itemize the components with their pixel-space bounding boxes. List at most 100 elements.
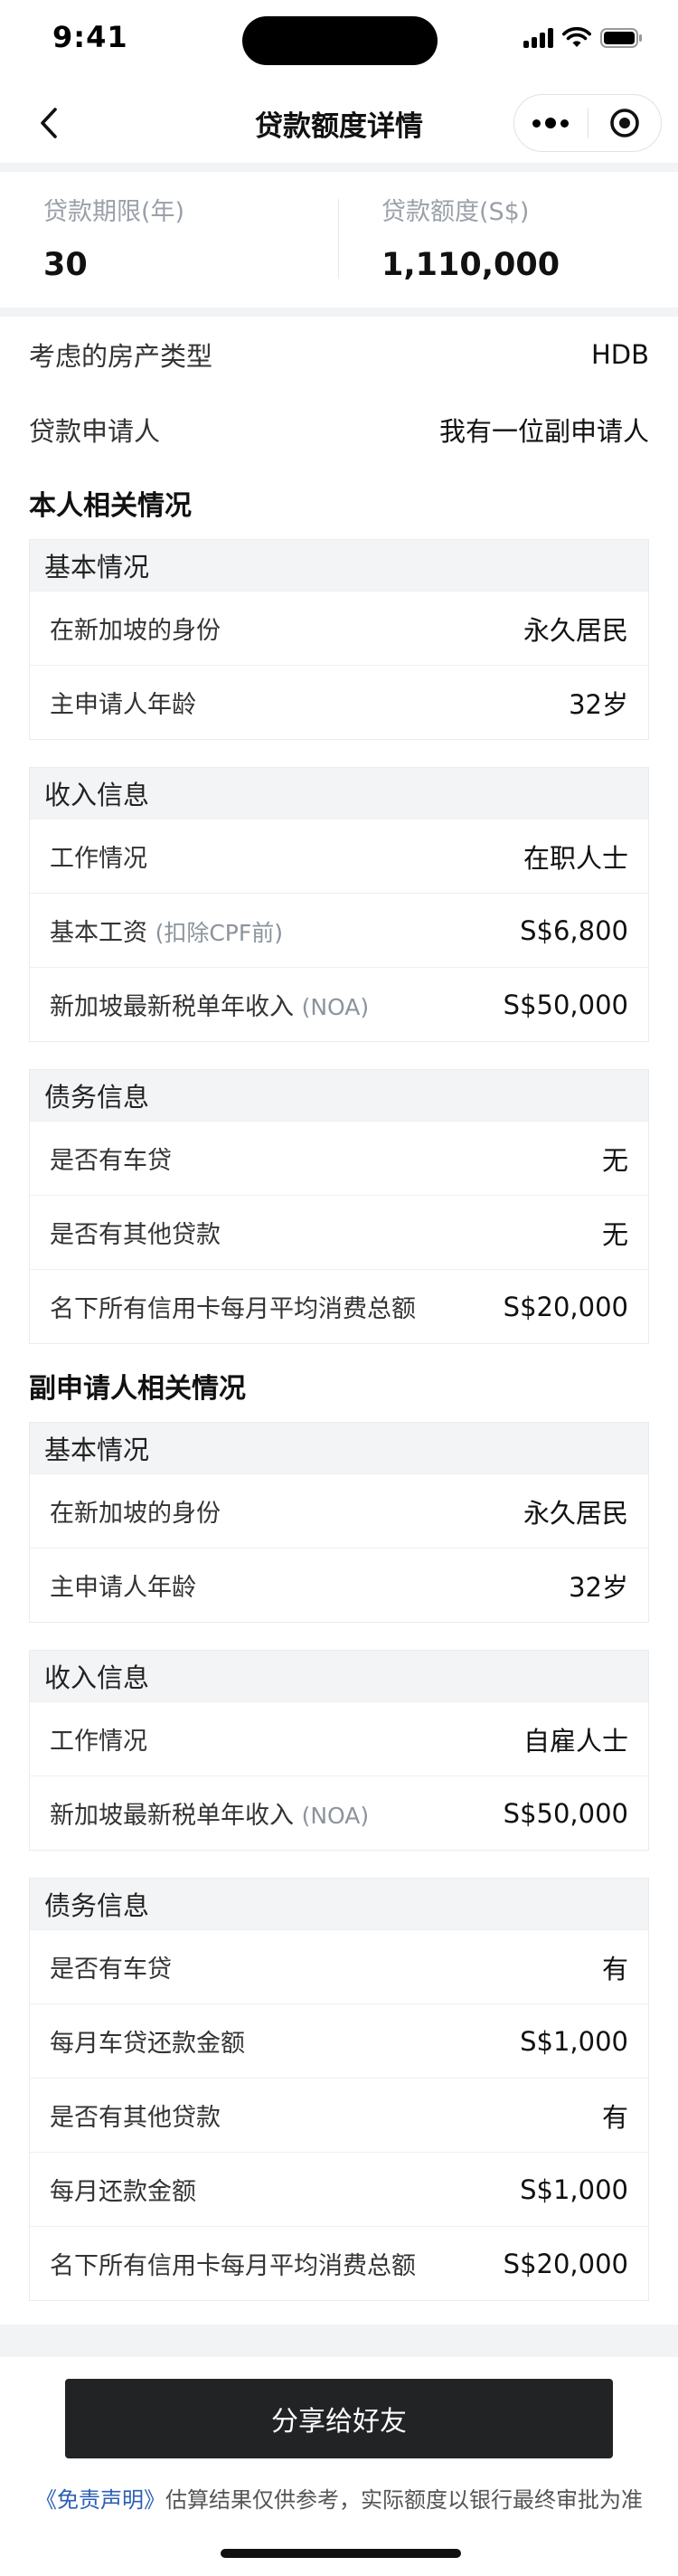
table-row: 是否有车贷 有 (30, 1929, 648, 2003)
applicant-label: 贷款申请人 (29, 415, 161, 447)
loan-term-summary: 贷款期限(年) 30 (43, 192, 184, 283)
table-row: 名下所有信用卡每月平均消费总额 S$20,000 (30, 1269, 648, 1343)
table-row: 是否有其他贷款 有 (30, 2078, 648, 2152)
status-bar: 9:41 (0, 0, 678, 83)
self-income-card: 收入信息 工作情况 在职人士 基本工资 (扣除CPF前) S$6,800 新加坡… (29, 767, 649, 1042)
target-close-icon[interactable] (589, 94, 662, 152)
loan-term-value: 30 (43, 247, 88, 283)
table-row: 在新加坡的身份 永久居民 (30, 591, 648, 665)
age-label: 主申请人年龄 (50, 1574, 196, 1602)
car-loan-label: 是否有车贷 (50, 1147, 172, 1175)
footer-band (0, 2325, 678, 2357)
credit-card-label: 名下所有信用卡每月平均消费总额 (50, 1295, 416, 1323)
noa-label-note: (NOA) (301, 994, 370, 1020)
co-debt-card: 债务信息 是否有车贷 有 每月车贷还款金额 S$1,000 是否有其他贷款 有 … (29, 1878, 649, 2301)
signal-icon (523, 28, 553, 48)
table-row: 主申请人年龄 32岁 (30, 665, 648, 739)
summary-divider (338, 199, 339, 279)
table-row: 主申请人年龄 32岁 (30, 1548, 648, 1622)
employment-label: 工作情况 (50, 845, 147, 873)
applicant-value: 我有一位副申请人 (438, 415, 649, 447)
self-basic-card: 基本情况 在新加坡的身份 永久居民 主申请人年龄 32岁 (29, 539, 649, 740)
noa-label-text: 新加坡最新税单年收入 (50, 1802, 294, 1830)
divider-band (0, 308, 678, 317)
car-payment-value: S$1,000 (520, 2025, 628, 2057)
table-row: 是否有其他贷款 无 (30, 1195, 648, 1269)
noa-label-note: (NOA) (301, 1803, 370, 1829)
credit-card-value: S$20,000 (503, 2248, 628, 2279)
battery-icon (600, 27, 644, 49)
co-basic-title: 基本情况 (30, 1423, 648, 1473)
salary-label-text: 基本工资 (50, 919, 147, 947)
self-section-title: 本人相关情况 (29, 490, 192, 522)
property-type-value: HDB (590, 338, 649, 370)
co-basic-card: 基本情况 在新加坡的身份 永久居民 主申请人年龄 32岁 (29, 1422, 649, 1623)
car-payment-label: 每月车贷还款金额 (50, 2030, 245, 2058)
noa-label: 新加坡最新税单年收入 (NOA) (50, 1795, 369, 1831)
salary-label: 基本工资 (扣除CPF前) (50, 913, 283, 948)
nav-bar: 贷款额度详情 (0, 83, 678, 163)
status-time: 9:41 (52, 20, 128, 54)
table-row: 名下所有信用卡每月平均消费总额 S$20,000 (30, 2226, 648, 2300)
loan-term-label: 贷款期限(年) (43, 198, 185, 226)
mini-program-capsule (513, 94, 662, 152)
table-row: 新加坡最新税单年收入 (NOA) S$50,000 (30, 967, 648, 1041)
loan-amount-label: 贷款额度(S$) (381, 198, 530, 226)
credit-card-label: 名下所有信用卡每月平均消费总额 (50, 2252, 416, 2280)
self-debt-title: 债务信息 (30, 1070, 648, 1121)
other-loan-label: 是否有其他贷款 (50, 1221, 221, 1249)
identity-value: 永久居民 (523, 614, 628, 646)
other-loan-label: 是否有其他贷款 (50, 2104, 221, 2132)
co-debt-title: 债务信息 (30, 1879, 648, 1929)
home-indicator (221, 2549, 461, 2558)
other-loan-value: 有 (601, 2101, 628, 2133)
car-loan-label: 是否有车贷 (50, 1956, 172, 1984)
car-loan-value: 无 (601, 1144, 628, 1176)
more-dots-icon[interactable] (514, 94, 588, 152)
co-income-card: 收入信息 工作情况 自雇人士 新加坡最新税单年收入 (NOA) S$50,000 (29, 1650, 649, 1851)
employment-label: 工作情况 (50, 1728, 147, 1756)
property-type-row: 考虑的房产类型 HDB (0, 317, 678, 392)
wifi-icon (562, 27, 591, 49)
loan-summary: 贷款期限(年) 30 贷款额度(S$) 1,110,000 (0, 172, 678, 308)
disclaimer-text: 估算结果仅供参考，实际额度以银行最终审批为准 (165, 2487, 643, 2513)
detail-content: 考虑的房产类型 HDB 贷款申请人 我有一位副申请人 本人相关情况 基本情况 在… (0, 317, 678, 2301)
age-label: 主申请人年龄 (50, 691, 196, 719)
employment-value: 在职人士 (523, 842, 628, 874)
loan-amount-summary: 贷款额度(S$) 1,110,000 (381, 192, 560, 283)
other-loan-value: 无 (601, 1218, 628, 1250)
identity-label: 在新加坡的身份 (50, 1500, 221, 1528)
divider-band (0, 163, 678, 172)
co-section-title: 副申请人相关情况 (29, 1373, 246, 1405)
noa-label-text: 新加坡最新税单年收入 (50, 993, 294, 1021)
salary-value: S$6,800 (520, 914, 628, 946)
table-row: 工作情况 在职人士 (30, 819, 648, 893)
table-row: 每月还款金额 S$1,000 (30, 2152, 648, 2226)
table-row: 基本工资 (扣除CPF前) S$6,800 (30, 893, 648, 967)
monthly-payment-value: S$1,000 (520, 2174, 628, 2205)
table-row: 新加坡最新税单年收入 (NOA) S$50,000 (30, 1776, 648, 1850)
co-income-title: 收入信息 (30, 1651, 648, 1701)
age-value: 32岁 (569, 1571, 628, 1603)
noa-value: S$50,000 (503, 989, 628, 1020)
table-row: 工作情况 自雇人士 (30, 1701, 648, 1776)
dynamic-island (242, 16, 438, 65)
status-icons (523, 27, 644, 49)
noa-label: 新加坡最新税单年收入 (NOA) (50, 987, 369, 1022)
share-button[interactable]: 分享给好友 (65, 2379, 613, 2458)
disclaimer: 《免责声明》估算结果仅供参考，实际额度以银行最终审批为准 (0, 2482, 678, 2514)
table-row: 每月车贷还款金额 S$1,000 (30, 2003, 648, 2078)
property-type-label: 考虑的房产类型 (29, 340, 213, 372)
monthly-payment-label: 每月还款金额 (50, 2178, 196, 2206)
self-income-title: 收入信息 (30, 768, 648, 819)
identity-label: 在新加坡的身份 (50, 617, 221, 645)
employment-value: 自雇人士 (523, 1725, 628, 1757)
self-debt-card: 债务信息 是否有车贷 无 是否有其他贷款 无 名下所有信用卡每月平均消费总额 S… (29, 1069, 649, 1344)
credit-card-value: S$20,000 (503, 1291, 628, 1322)
salary-label-note: (扣除CPF前) (155, 920, 284, 946)
identity-value: 永久居民 (523, 1497, 628, 1529)
table-row: 是否有车贷 无 (30, 1121, 648, 1195)
applicant-row: 贷款申请人 我有一位副申请人 (0, 392, 678, 467)
disclaimer-link[interactable]: 《免责声明》 (35, 2487, 165, 2513)
self-basic-title: 基本情况 (30, 540, 648, 591)
